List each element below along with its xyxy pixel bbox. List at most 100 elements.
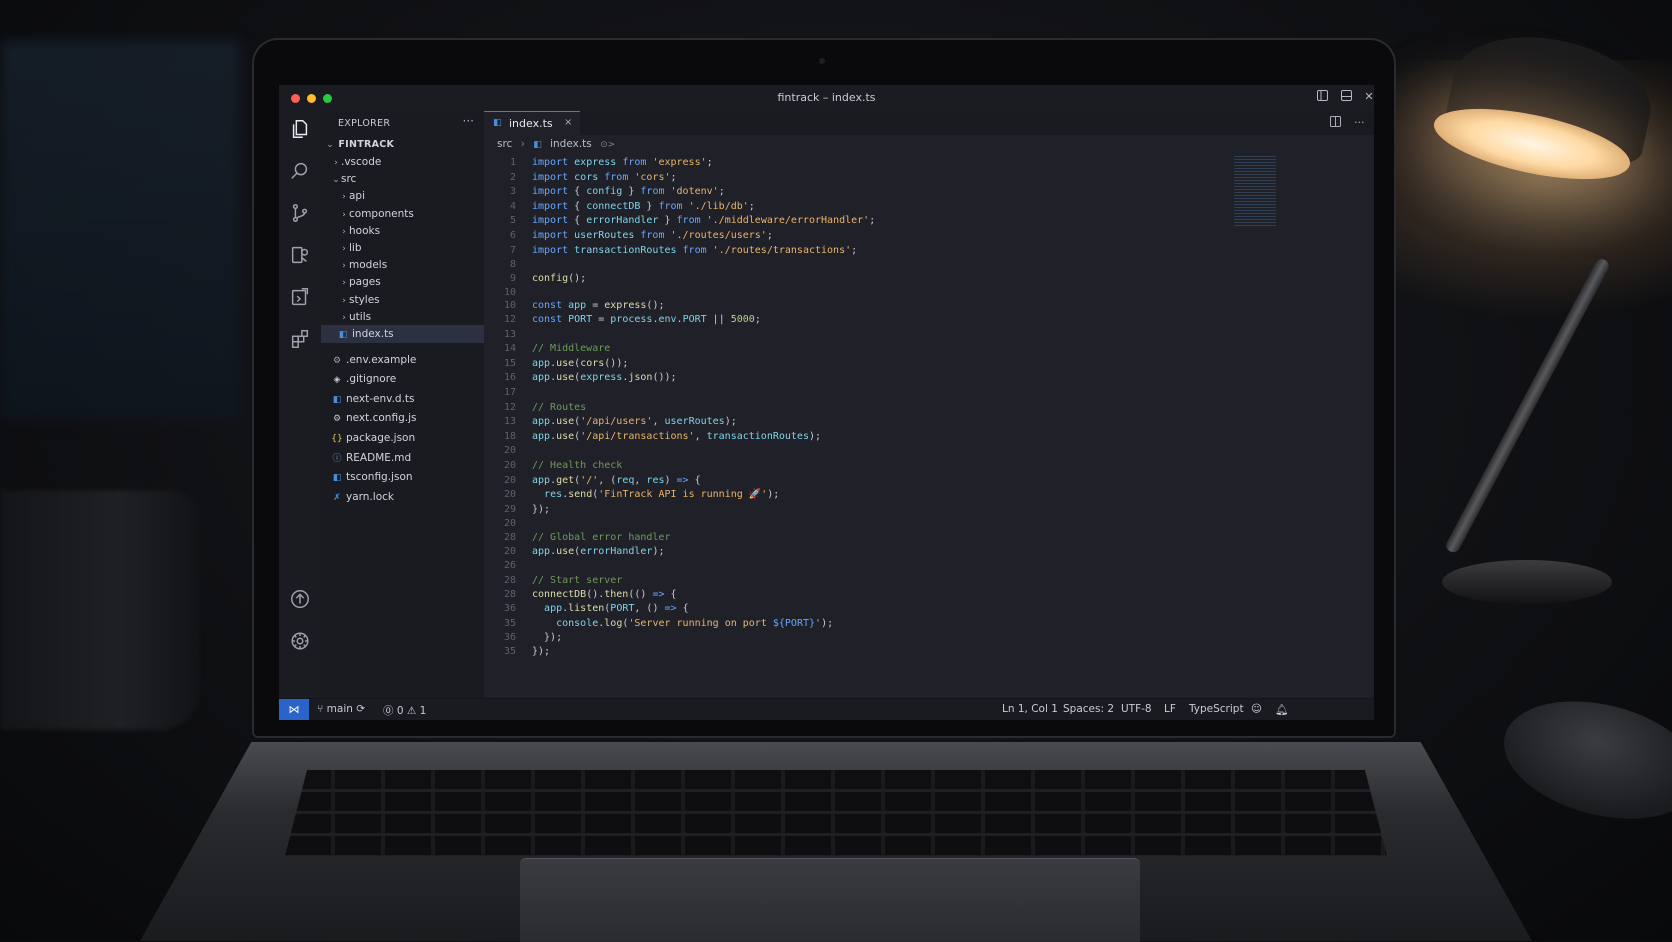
- more-actions-icon[interactable]: ···: [1354, 116, 1365, 129]
- code-text: import cors from 'cors';: [532, 171, 677, 183]
- close-icon[interactable]: ✕: [1362, 90, 1374, 104]
- close-tab-icon[interactable]: ×: [564, 117, 572, 128]
- breadcrumb-symbol[interactable]: ⊙>: [600, 140, 615, 150]
- json-file-icon: {}: [331, 434, 343, 444]
- accounts-icon[interactable]: [279, 581, 321, 617]
- language-mode[interactable]: TypeScript: [1189, 703, 1244, 715]
- tab-index-ts[interactable]: ◧ index.ts ×: [484, 111, 580, 135]
- branch-status[interactable]: ⑂ main ⟳: [317, 703, 365, 715]
- code-line[interactable]: 12 const PORT = process.env.PORT || 5000;: [484, 313, 1244, 327]
- code-line[interactable]: 29});: [484, 503, 1244, 517]
- more-actions-icon[interactable]: ···: [463, 114, 474, 128]
- code-line[interactable]: 28 // Global error handler: [484, 531, 1244, 545]
- remote-indicator-icon[interactable]: ⋈: [279, 699, 309, 720]
- line-number: 6: [509, 230, 516, 241]
- tree-item-label: next-env.d.ts: [346, 392, 415, 405]
- explorer-file[interactable]: ⚙ .env.example: [321, 351, 484, 369]
- explorer-folder[interactable]: › components: [321, 205, 484, 223]
- source-control-icon[interactable]: [279, 195, 321, 231]
- code-line[interactable]: 13: [484, 328, 1244, 342]
- explorer-folder[interactable]: › lib: [321, 239, 484, 257]
- chevron-right-icon: ›: [520, 138, 525, 150]
- split-editor-icon[interactable]: [1330, 116, 1341, 130]
- explorer-folder[interactable]: › .vscode: [321, 153, 484, 171]
- line-number: 10: [503, 299, 516, 311]
- toggle-panel-icon[interactable]: [1339, 90, 1353, 104]
- code-line[interactable]: 36 });: [484, 631, 1244, 645]
- toggle-sidebar-icon[interactable]: [1315, 90, 1329, 104]
- feedback-icon[interactable]: ☺: [1251, 703, 1262, 715]
- remote-explorer-icon[interactable]: [279, 279, 321, 315]
- explorer-folder[interactable]: › models: [321, 256, 484, 274]
- line-number: 36: [503, 603, 516, 614]
- code-line[interactable]: 1 import express from 'express';: [484, 156, 1244, 170]
- search-icon[interactable]: [279, 153, 321, 189]
- explorer-file[interactable]: ⓘ README.md: [321, 449, 484, 467]
- line-number: 14: [503, 343, 516, 355]
- run-debug-icon[interactable]: [279, 237, 321, 273]
- code-line[interactable]: 35});: [484, 645, 1244, 659]
- encoding-status[interactable]: UTF-8: [1121, 703, 1152, 715]
- explorer-file[interactable]: ◈ .gitignore: [321, 370, 484, 388]
- code-line[interactable]: 6 import userRoutes from './routes/users'…: [484, 229, 1244, 243]
- minimap[interactable]: [1234, 156, 1276, 226]
- code-line[interactable]: 12 // Routes: [484, 401, 1244, 415]
- laptop-camera: [819, 58, 825, 64]
- eol-status[interactable]: LF: [1164, 703, 1176, 715]
- breadcrumb-file[interactable]: index.ts: [550, 138, 592, 150]
- code-line[interactable]: 20: [484, 444, 1244, 458]
- laptop-trackpad: [520, 858, 1140, 942]
- code-line[interactable]: 14 // Middleware: [484, 342, 1244, 356]
- code-line[interactable]: 5 import { errorHandler } from './middlew…: [484, 214, 1244, 228]
- explorer-file[interactable]: ⚙ next.config.js: [321, 409, 484, 427]
- explorer-folder[interactable]: ⌄src: [321, 170, 484, 188]
- code-line[interactable]: 10 const app = express();: [484, 299, 1244, 313]
- code-line[interactable]: 36 app.listen(PORT, () => {: [484, 602, 1244, 616]
- notifications-bell-icon[interactable]: 🔔︎: [1275, 703, 1288, 716]
- code-line[interactable]: 26: [484, 559, 1244, 573]
- code-line[interactable]: 8: [484, 258, 1244, 272]
- code-line[interactable]: 20 app.use(errorHandler);: [484, 545, 1244, 559]
- explorer-folder[interactable]: › utils: [321, 308, 484, 326]
- explorer-folder[interactable]: › hooks: [321, 222, 484, 240]
- code-line[interactable]: 2 import cors from 'cors';: [484, 171, 1244, 185]
- code-line[interactable]: 28 connectDB().then(() => {: [484, 588, 1244, 602]
- code-line[interactable]: 28 // Start server: [484, 574, 1244, 588]
- code-line[interactable]: 9 config();: [484, 272, 1244, 286]
- breadcrumb-folder[interactable]: src: [497, 138, 512, 150]
- explorer-file[interactable]: ◧ index.ts: [321, 325, 484, 343]
- indentation-status[interactable]: Spaces: 2: [1063, 703, 1114, 715]
- explorer-icon[interactable]: [279, 111, 321, 147]
- code-line[interactable]: 3 import { config } from 'dotenv';: [484, 185, 1244, 199]
- code-line[interactable]: 20 // Health check: [484, 459, 1244, 473]
- code-line[interactable]: 13 app.use('/api/users', userRoutes);: [484, 415, 1244, 429]
- code-line[interactable]: 15 app.use(cors());: [484, 357, 1244, 371]
- explorer-folder[interactable]: › api: [321, 187, 484, 205]
- code-line[interactable]: 20 res.send('FinTrack API is running 🚀')…: [484, 488, 1244, 502]
- explorer-folder[interactable]: › styles: [321, 291, 484, 309]
- code-line[interactable]: 7 import transactionRoutes from './routes…: [484, 244, 1244, 258]
- code-line[interactable]: 20: [484, 517, 1244, 531]
- explorer-file[interactable]: ◧ tsconfig.json: [321, 468, 484, 486]
- code-line[interactable]: 18 app.use('/api/transactions', transacti…: [484, 430, 1244, 444]
- code-line[interactable]: 35 console.log('Server running on port $…: [484, 617, 1244, 631]
- extensions-icon[interactable]: [279, 321, 321, 357]
- tree-item-label: api: [349, 190, 366, 203]
- code-text: app.use('/api/users', userRoutes);: [532, 416, 737, 428]
- explorer-file[interactable]: ✗ yarn.lock: [321, 488, 484, 506]
- explorer-file[interactable]: {} package.json: [321, 429, 484, 447]
- ts-file-icon: ◧: [332, 394, 342, 405]
- code-line[interactable]: 20 app.get('/', (req, res) => {: [484, 474, 1244, 488]
- code-line[interactable]: 4 import { connectDB } from './lib/db';: [484, 200, 1244, 214]
- settings-gear-icon[interactable]: [279, 623, 321, 659]
- explorer-root-folder[interactable]: ⌄ FINTRACK: [321, 135, 484, 153]
- code-line[interactable]: 16 app.use(express.json());: [484, 371, 1244, 385]
- code-line[interactable]: 17: [484, 386, 1244, 400]
- explorer-file[interactable]: ◧ next-env.d.ts: [321, 390, 484, 408]
- cursor-position[interactable]: Ln 1, Col 1: [1002, 703, 1058, 715]
- explorer-title: EXPLORER: [338, 118, 391, 129]
- code-text: const PORT = process.env.PORT || 5000;: [532, 314, 761, 325]
- problems-status[interactable]: ⓪ 0 ⚠ 1: [383, 703, 426, 718]
- explorer-folder[interactable]: › pages: [321, 273, 484, 291]
- line-number: 26: [503, 560, 516, 571]
